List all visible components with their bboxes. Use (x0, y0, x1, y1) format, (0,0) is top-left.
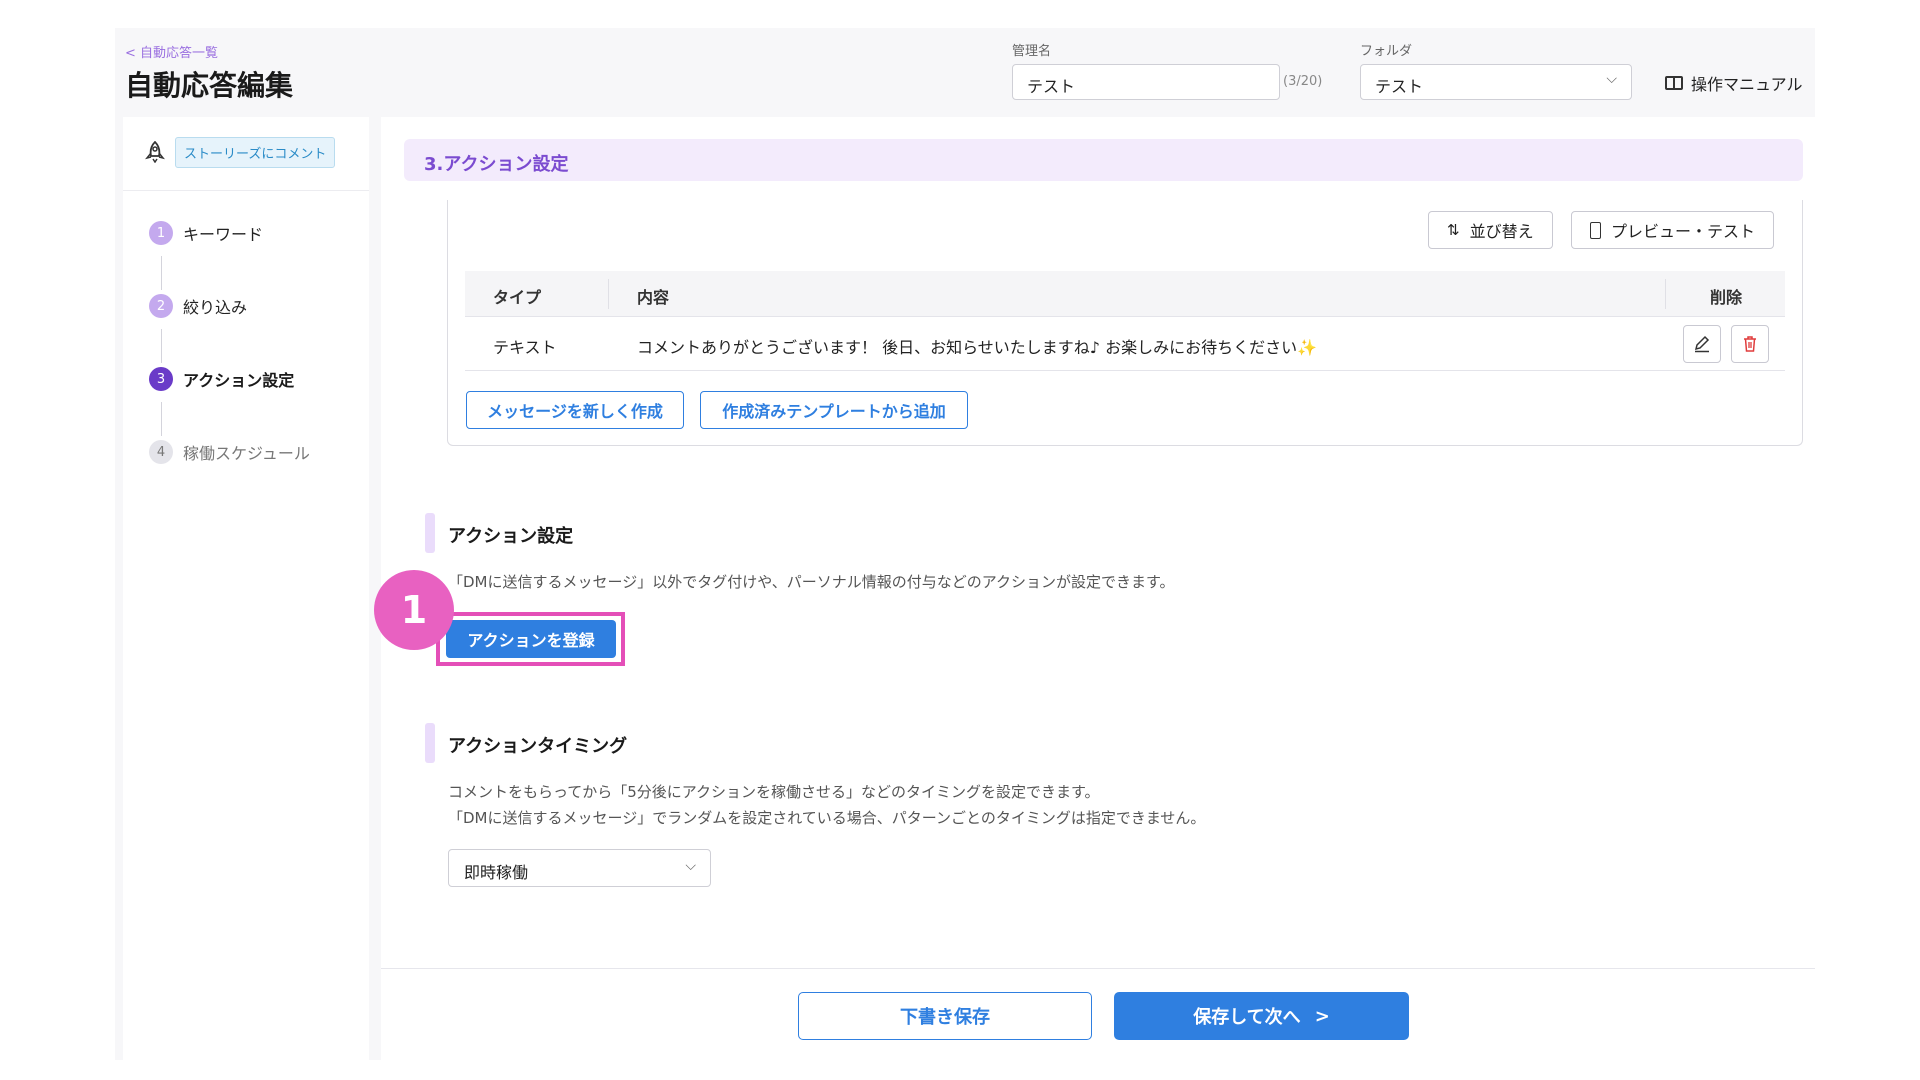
edit-button[interactable] (1683, 325, 1721, 363)
folder-value: テスト (1375, 77, 1424, 96)
action-title: アクション設定 (448, 526, 574, 547)
save-draft-button[interactable]: 下書き保存 (798, 992, 1092, 1040)
chevron-down-icon: ⌵ (685, 858, 696, 874)
col-content: 内容 (637, 288, 670, 307)
action-description: 「DMに送信するメッセージ」以外でタグ付けや、パーソナル情報の付与などのアクショ… (448, 573, 1175, 591)
section-accent-bar (425, 723, 435, 763)
page-title: 自動応答編集 (125, 69, 294, 102)
register-action-button[interactable]: アクションを登録 (446, 620, 616, 658)
step-connector (161, 329, 162, 363)
delete-button[interactable] (1731, 325, 1769, 363)
folder-select[interactable]: テスト ⌵ (1360, 64, 1632, 100)
step-connector (161, 402, 162, 436)
col-delete: 削除 (1710, 288, 1743, 307)
template-button[interactable]: 作成済みテンプレートから追加 (700, 391, 968, 429)
row-content-text: コメントありがとうございます！ 後日、お知らせいたしますね♪ お楽しみにお待ちく… (637, 338, 1298, 357)
step-number: 2 (149, 294, 173, 318)
chevron-right-icon: > (1314, 1005, 1330, 1027)
timing-value: 即時稼働 (464, 863, 529, 882)
timing-description-2: 「DMに送信するメッセージ」でランダムを設定されている場合、パターンごとのタイミ… (448, 809, 1206, 827)
step-label: キーワード (183, 225, 264, 244)
column-divider (608, 279, 609, 309)
sort-icon: ⇅ (1447, 221, 1460, 239)
section-accent-bar (425, 513, 435, 553)
preview-label: プレビュー・テスト (1611, 222, 1756, 241)
step-keyword[interactable]: 1 キーワード (149, 221, 263, 245)
manual-link[interactable]: 操作マニュアル (1665, 71, 1803, 95)
manual-label: 操作マニュアル (1691, 75, 1803, 94)
timing-select[interactable]: 即時稼働 ⌵ (448, 849, 711, 887)
trigger-badge: ストーリーズにコメント (175, 137, 336, 168)
row-content: コメントありがとうございます！ 後日、お知らせいたしますね♪ お楽しみにお待ちく… (637, 334, 1317, 358)
row-type: テキスト (493, 338, 557, 357)
back-link[interactable]: < 自動応答一覧 (125, 42, 218, 61)
table-row: テキスト コメントありがとうございます！ 後日、お知らせいたしますね♪ お楽しみ… (465, 317, 1785, 371)
trigger-row: ストーリーズにコメント (123, 117, 369, 191)
pencil-icon (1694, 335, 1710, 353)
footer-divider (381, 968, 1815, 969)
rocket-icon (145, 141, 165, 163)
timing-title: アクションタイミング (448, 736, 628, 757)
step-action-settings[interactable]: 3 アクション設定 (149, 367, 294, 391)
col-type: タイプ (493, 288, 542, 307)
sparkle-emoji: ✨ (1297, 338, 1317, 357)
timing-description-1: コメントをもらってから「5分後にアクションを稼働させる」などのタイミングを設定で… (448, 783, 1100, 801)
book-icon (1665, 76, 1683, 90)
save-next-button[interactable]: 保存して次へ > (1114, 992, 1409, 1040)
step-filter[interactable]: 2 絞り込み (149, 294, 247, 318)
step-label: アクション設定 (183, 371, 295, 390)
save-next-label: 保存して次へ (1193, 1007, 1301, 1028)
column-divider (1665, 279, 1666, 309)
folder-label: フォルダ (1360, 44, 1413, 59)
step-label: 絞り込み (183, 298, 248, 317)
step-marker-badge: 1 (374, 570, 454, 650)
phone-icon (1590, 221, 1601, 239)
name-label: 管理名 (1012, 44, 1052, 59)
chevron-down-icon: ⌵ (1606, 71, 1617, 87)
sort-label: 並び替え (1469, 222, 1534, 241)
preview-button[interactable]: プレビュー・テスト (1571, 211, 1775, 249)
step-number: 4 (149, 440, 173, 464)
step-connector (161, 256, 162, 290)
name-counter: (3/20) (1283, 74, 1323, 89)
step-sidebar: ストーリーズにコメント 1 キーワード 2 絞り込み 3 アクション設定 4 稼… (123, 117, 369, 1060)
step-number: 3 (149, 367, 173, 391)
step-number: 1 (149, 221, 173, 245)
sort-button[interactable]: ⇅ 並び替え (1428, 211, 1553, 249)
new-message-button[interactable]: メッセージを新しく作成 (466, 391, 684, 429)
table-header: タイプ 内容 削除 (465, 271, 1785, 317)
step-label: 稼働スケジュール (183, 444, 310, 463)
step-schedule[interactable]: 4 稼働スケジュール (149, 440, 310, 464)
name-input[interactable]: テスト (1012, 64, 1280, 100)
trash-icon (1744, 336, 1756, 352)
section-banner: 3.アクション設定 (404, 139, 1803, 181)
